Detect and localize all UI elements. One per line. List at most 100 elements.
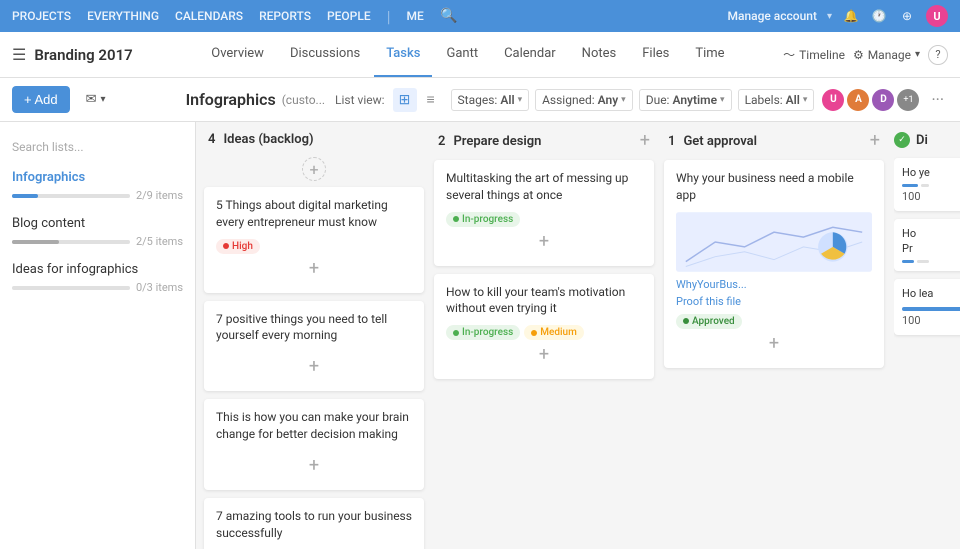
card-text: Multitasking the art of messing up sever… [446, 170, 642, 204]
tag-dot [683, 318, 689, 324]
partial-card-3[interactable]: Ho lea 100 [894, 279, 960, 335]
card-text: Why your business need a mobile app [676, 170, 872, 204]
more-avatars-button[interactable]: +1 [897, 89, 919, 111]
add-below-card-button-6[interactable]: + [676, 329, 872, 358]
list-view-label: List view: [335, 93, 385, 107]
gear-icon: ⚙ [853, 48, 864, 62]
progress-bar-bg-blog [12, 240, 130, 244]
card-tags: Approved [676, 314, 872, 329]
clock-icon[interactable]: 🕐 [870, 7, 888, 25]
add-below-card-button-5[interactable]: + [446, 340, 642, 369]
kanban-card[interactable]: This is how you can make your brain chan… [204, 399, 424, 490]
tag-dot [223, 243, 229, 249]
progress-bar-bg [12, 194, 130, 198]
nav-everything[interactable]: EVERYTHING [87, 9, 159, 23]
labels-label: Labels: [745, 93, 783, 107]
kanban-card[interactable]: Multitasking the art of messing up sever… [434, 160, 654, 266]
nav-reports[interactable]: REPORTS [259, 9, 311, 23]
add-col-button-prepare[interactable]: + [640, 132, 650, 150]
user-avatar[interactable]: U [926, 5, 948, 27]
tab-discussions[interactable]: Discussions [278, 32, 372, 77]
sidebar-item-ideas[interactable]: Ideas for infographics 0/3 items [0, 254, 195, 300]
tab-gantt[interactable]: Gantt [434, 32, 490, 77]
avatar-d[interactable]: D [872, 89, 894, 111]
kanban-card[interactable]: How to kill your team's motivation witho… [434, 274, 654, 380]
list-view-button[interactable]: ≡ [419, 88, 443, 112]
sidebar-item-blog-content[interactable]: Blog content 2/5 items [0, 208, 195, 254]
list-progress-infographics: 2/9 items [12, 189, 183, 202]
sidebar-item-infographics[interactable]: Infographics 2/9 items [0, 162, 195, 208]
col-header-ideas: 4 Ideas (backlog) [204, 132, 424, 147]
nav-me[interactable]: ME [407, 9, 424, 23]
inbox-button[interactable]: ✉ ▾ [80, 88, 112, 111]
tab-time[interactable]: Time [683, 32, 736, 77]
manage-caret: ▾ [915, 49, 920, 60]
bar-segment [917, 260, 929, 263]
progress-bar-bg-ideas [12, 286, 130, 290]
tab-calendar[interactable]: Calendar [492, 32, 568, 77]
stages-caret: ▾ [518, 95, 523, 105]
partial-col-header: ✓ Di [894, 132, 960, 148]
assigned-filter[interactable]: Assigned: Any ▾ [535, 89, 633, 111]
top-nav: PROJECTS EVERYTHING CALENDARS REPORTS PE… [0, 0, 960, 32]
add-col-button-approval[interactable]: + [870, 132, 880, 150]
ellipsis-button[interactable]: ··· [927, 90, 948, 109]
add-button[interactable]: + Add [12, 86, 70, 113]
bell-icon[interactable]: 🔔 [842, 7, 860, 25]
search-lists-input[interactable]: Search lists... [0, 132, 195, 162]
add-card-center-button[interactable]: + [302, 157, 326, 181]
list-progress-blog: 2/5 items [12, 235, 183, 248]
done-check-icon: ✓ [894, 132, 910, 148]
hamburger-icon[interactable]: ☰ [12, 45, 26, 64]
kanban-card[interactable]: 5 Things about digital marketing every e… [204, 187, 424, 293]
col-count-approval: 1 [668, 134, 675, 149]
card-file-link[interactable]: Proof this file [676, 295, 872, 308]
add-below-card-button-4[interactable]: + [446, 227, 642, 256]
add-below-card-button-2[interactable]: + [216, 352, 412, 381]
tab-overview[interactable]: Overview [199, 32, 276, 77]
tab-notes[interactable]: Notes [570, 32, 629, 77]
nav-people[interactable]: PEOPLE [327, 9, 371, 23]
tab-files[interactable]: Files [630, 32, 681, 77]
add-below-card-button-3[interactable]: + [216, 451, 412, 480]
nav-calendars[interactable]: CALENDARS [175, 9, 243, 23]
grid-view-button[interactable]: ⊞ [393, 88, 417, 112]
kanban-card[interactable]: 7 positive things you need to tell yours… [204, 301, 424, 392]
search-icon[interactable]: 🔍 [440, 7, 458, 25]
partial-card-1[interactable]: Ho ye 100 [894, 158, 960, 211]
filter-group: Stages: All ▾ Assigned: Any ▾ Due: Anyti… [451, 89, 815, 111]
partial-card-2[interactable]: Ho Pr [894, 219, 960, 271]
kanban-card[interactable]: 7 amazing tools to run your business suc… [204, 498, 424, 549]
kanban-col-done-partial: ✓ Di Ho ye 100 Ho Pr Ho lea [894, 132, 960, 539]
assigned-caret: ▾ [621, 95, 626, 105]
avatar-u[interactable]: U [822, 89, 844, 111]
timeline-button[interactable]: 〜 Timeline [783, 46, 845, 63]
partial-number: 100 [902, 190, 960, 203]
top-nav-right: Manage account ▾ 🔔 🕐 ⊕ U [727, 5, 948, 27]
plus-circle-icon[interactable]: ⊕ [898, 7, 916, 25]
manage-button[interactable]: ⚙ Manage ▾ [853, 48, 920, 62]
help-button[interactable]: ? [928, 45, 948, 65]
avatar-a[interactable]: A [847, 89, 869, 111]
tag-dot [453, 330, 459, 336]
kanban-board: 4 Ideas (backlog) + 5 Things about digit… [196, 122, 960, 549]
tab-tasks[interactable]: Tasks [374, 32, 432, 77]
toolbar: + Add ✉ ▾ Infographics (custo... List vi… [0, 78, 960, 122]
labels-filter[interactable]: Labels: All ▾ [738, 89, 815, 111]
tag-medium: Medium [524, 325, 584, 340]
view-title: Infographics [186, 90, 276, 109]
assigned-label: Assigned: [542, 93, 595, 107]
bar-segment [902, 184, 918, 187]
add-below-card-button[interactable]: + [216, 254, 412, 283]
nav-projects[interactable]: PROJECTS [12, 9, 71, 23]
col-title-ideas: Ideas (backlog) [223, 132, 313, 147]
due-filter[interactable]: Due: Anytime ▾ [639, 89, 732, 111]
card-text: How to kill your team's motivation witho… [446, 284, 642, 318]
col-header-approval: 1 Get approval + [664, 132, 884, 150]
stages-filter[interactable]: Stages: All ▾ [451, 89, 530, 111]
due-caret: ▾ [720, 95, 725, 105]
list-name-ideas: Ideas for infographics [12, 262, 183, 277]
second-nav: ☰ Branding 2017 Overview Discussions Tas… [0, 32, 960, 78]
kanban-card-approval[interactable]: Why your business need a mobile app WhyY… [664, 160, 884, 368]
manage-account-btn[interactable]: Manage account [727, 9, 816, 23]
